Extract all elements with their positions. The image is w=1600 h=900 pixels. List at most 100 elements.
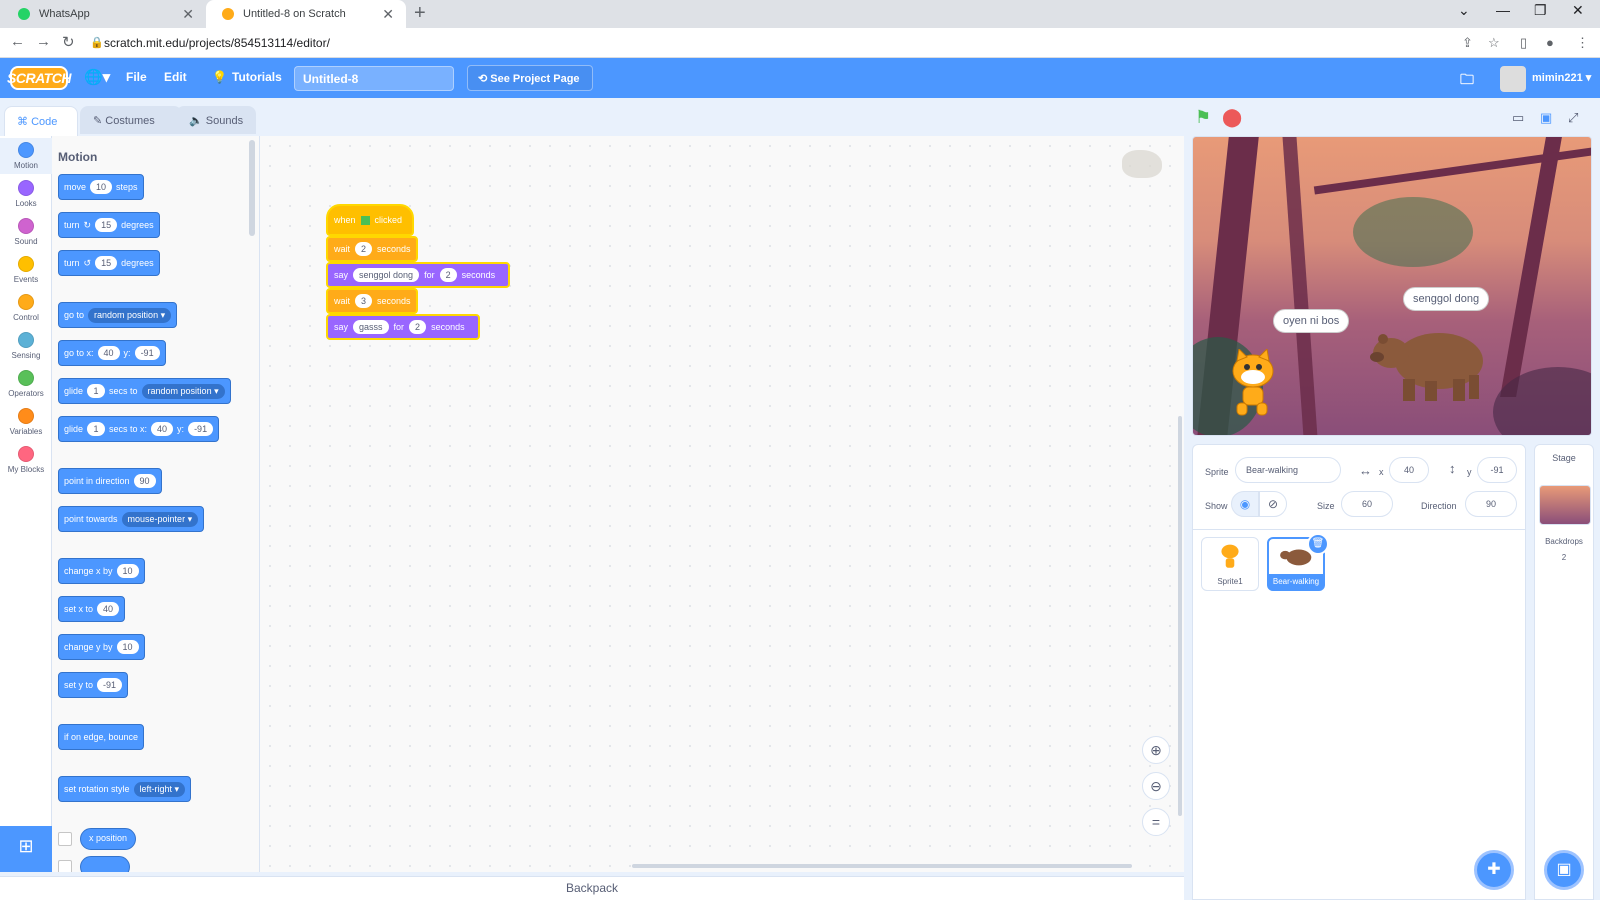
tab-search-icon[interactable]: ⌄ xyxy=(1458,2,1470,19)
browser-tab-whatsapp[interactable]: WhatsApp ✕ xyxy=(2,0,206,28)
stage-selector-pane[interactable]: Stage Backdrops 2 xyxy=(1534,444,1594,900)
palette-scrollbar[interactable] xyxy=(249,140,255,236)
block-when-flag-clicked[interactable]: when clicked xyxy=(326,204,414,236)
forward-icon[interactable]: → xyxy=(36,33,51,50)
block-input[interactable]: 2 xyxy=(355,242,373,256)
sprite-thumb-sprite1[interactable]: Sprite1 xyxy=(1201,537,1259,591)
close-tab-icon[interactable]: ✕ xyxy=(182,6,194,23)
language-globe-icon[interactable]: 🌐▾ xyxy=(84,68,110,86)
block-dropdown[interactable]: left-right ▾ xyxy=(133,781,186,797)
tab-sounds[interactable]: 🔈 Sounds xyxy=(176,106,256,134)
add-extension-button[interactable]: ⊞ xyxy=(0,826,52,872)
block-input[interactable]: 10 xyxy=(90,180,113,194)
bear-sprite[interactable] xyxy=(1369,323,1489,403)
category-operators[interactable]: Operators xyxy=(0,366,52,398)
block-dropdown[interactable]: mouse-pointer ▾ xyxy=(121,511,199,527)
block-glide-xy[interactable]: glide 1 secs to x: 40 y: -91 xyxy=(58,416,220,442)
tab-costumes[interactable]: ✎ Costumes xyxy=(80,106,182,134)
x-position-checkbox[interactable] xyxy=(58,832,72,846)
block-input[interactable]: 1 xyxy=(87,422,106,436)
block-input[interactable]: 3 xyxy=(355,294,373,308)
backpack-bar[interactable]: Backpack xyxy=(0,876,1184,900)
profile-icon[interactable]: ● xyxy=(1546,35,1554,50)
category-motion[interactable]: Motion xyxy=(0,138,52,174)
block-input[interactable]: 2 xyxy=(409,320,427,334)
block-dropdown[interactable]: random position ▾ xyxy=(141,383,225,399)
block-point-in-direction[interactable]: point in direction 90 xyxy=(58,468,162,494)
category-my-blocks[interactable]: My Blocks xyxy=(0,442,52,474)
category-variables[interactable]: Variables xyxy=(0,404,52,436)
green-flag-button[interactable]: ⚑ xyxy=(1195,107,1211,128)
scratch-logo[interactable]: SCRATCH xyxy=(7,66,71,90)
delete-sprite-button[interactable]: 🗑 xyxy=(1307,533,1329,555)
normal-stage-icon[interactable]: ▣ xyxy=(1540,110,1552,126)
zoom-reset-button[interactable]: = xyxy=(1142,808,1170,836)
block-input[interactable]: 10 xyxy=(116,564,139,578)
block-input[interactable]: senggol dong xyxy=(353,268,420,282)
avatar[interactable] xyxy=(1500,66,1526,92)
stop-button[interactable]: ⬤ xyxy=(1222,107,1242,128)
block-if-on-edge-bounce[interactable]: if on edge, bounce xyxy=(58,724,145,750)
direction-input[interactable]: 90 xyxy=(1465,491,1517,517)
project-title-input[interactable]: Untitled-8 xyxy=(294,66,454,91)
tab-code[interactable]: ⌘ Code xyxy=(4,106,78,136)
y-position-checkbox[interactable] xyxy=(58,860,72,872)
back-icon[interactable]: ← xyxy=(10,33,25,50)
block-dropdown[interactable]: random position ▾ xyxy=(88,307,172,323)
show-hidden-toggle[interactable]: ⊘ xyxy=(1259,491,1287,517)
choose-sprite-button[interactable]: ✚ xyxy=(1474,850,1514,890)
show-visible-toggle[interactable]: ◉ xyxy=(1231,491,1259,517)
block-input[interactable]: 1 xyxy=(87,384,106,398)
sprite-name-input[interactable]: Bear-walking xyxy=(1235,457,1341,483)
zoom-in-button[interactable]: ⊕ xyxy=(1142,736,1170,764)
block-x-position[interactable]: x position xyxy=(80,828,137,850)
category-sensing[interactable]: Sensing xyxy=(0,328,52,360)
browser-tab-scratch[interactable]: Untitled-8 on Scratch ✕ xyxy=(206,0,406,28)
block-set-rotation-style[interactable]: set rotation style left-right ▾ xyxy=(58,776,192,802)
code-workspace[interactable]: when clicked wait 2 seconds say senggol … xyxy=(260,136,1184,872)
block-wait[interactable]: wait 2 seconds xyxy=(326,236,418,262)
cat-sprite[interactable] xyxy=(1223,349,1283,419)
workspace-vertical-scrollbar[interactable] xyxy=(1178,416,1182,816)
block-point-towards[interactable]: point towards mouse-pointer ▾ xyxy=(58,506,205,532)
tutorials-menu[interactable]: Tutorials xyxy=(232,70,282,84)
x-input[interactable]: 40 xyxy=(1389,457,1429,483)
block-glide-to[interactable]: glide 1 secs to random position ▾ xyxy=(58,378,231,404)
workspace-horizontal-scrollbar[interactable] xyxy=(632,864,1132,868)
minimize-icon[interactable]: — xyxy=(1496,2,1510,18)
stage-canvas[interactable]: oyen ni bos senggol dong xyxy=(1192,136,1592,436)
block-input[interactable]: gasss xyxy=(353,320,389,334)
block-input[interactable]: -91 xyxy=(134,346,160,360)
block-set-y[interactable]: set y to -91 xyxy=(58,672,129,698)
y-input[interactable]: -91 xyxy=(1477,457,1517,483)
block-set-x[interactable]: set x to 40 xyxy=(58,596,126,622)
block-go-to-xy[interactable]: go to x: 40 y: -91 xyxy=(58,340,166,366)
close-window-icon[interactable]: ✕ xyxy=(1572,2,1584,19)
small-stage-icon[interactable]: ▭ xyxy=(1512,110,1524,126)
block-turn-right[interactable]: turn ↻ 15 degrees xyxy=(58,212,160,238)
block-input[interactable]: 15 xyxy=(95,256,118,270)
zoom-out-button[interactable]: ⊖ xyxy=(1142,772,1170,800)
share-icon[interactable]: ⇪ xyxy=(1462,35,1473,51)
block-input[interactable]: 15 xyxy=(95,218,118,232)
block-input[interactable]: 40 xyxy=(97,602,120,616)
username[interactable]: mimin221 ▾ xyxy=(1532,71,1591,84)
block-say-for-secs[interactable]: say senggol dong for 2 seconds xyxy=(326,262,510,288)
category-events[interactable]: Events xyxy=(0,252,52,284)
see-project-page-button[interactable]: ⟲ See Project Page xyxy=(467,65,593,91)
chrome-menu-icon[interactable]: ⋮ xyxy=(1576,35,1589,51)
block-input[interactable]: -91 xyxy=(188,422,214,436)
block-input[interactable]: 90 xyxy=(133,474,156,488)
category-looks[interactable]: Looks xyxy=(0,176,52,208)
block-y-position[interactable] xyxy=(80,856,130,872)
file-menu[interactable]: File xyxy=(126,70,147,84)
block-say-for-secs[interactable]: say gasss for 2 seconds xyxy=(326,314,480,340)
category-sound[interactable]: Sound xyxy=(0,214,52,246)
block-input[interactable]: 40 xyxy=(151,422,174,436)
close-tab-icon[interactable]: ✕ xyxy=(382,6,394,23)
block-input[interactable]: -91 xyxy=(97,678,123,692)
block-wait[interactable]: wait 3 seconds xyxy=(326,288,418,314)
reload-icon[interactable]: ↻ xyxy=(62,33,75,51)
block-input[interactable]: 40 xyxy=(97,346,120,360)
block-change-y[interactable]: change y by 10 xyxy=(58,634,145,660)
